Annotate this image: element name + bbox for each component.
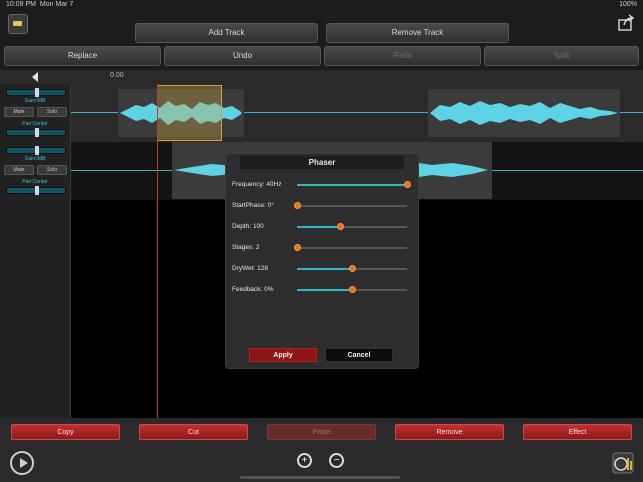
timeline-ruler[interactable]: 0.00 [0,70,643,85]
share-icon[interactable] [617,14,635,32]
track-1-gain-label: Gain:0dB [24,98,46,104]
phaser-param-label: Feedback: 0% [232,286,274,293]
track-1-mute-button[interactable]: Mute [4,107,34,117]
phaser-param-label: Stages: 2 [232,244,260,251]
settings-meter-icon[interactable] [612,452,634,474]
track-controls-column: Gain:0dB Mute Solo Pan:Center Gain:0dB M… [0,84,71,418]
track-2-pan-slider[interactable] [6,186,66,195]
track-1-pan-slider[interactable] [6,128,66,137]
phaser-param-fill [297,226,340,228]
copy-button[interactable]: Copy [11,424,120,440]
slider-knob[interactable] [294,202,301,209]
remove-track-button[interactable]: Remove Track [326,23,509,43]
status-time: 10:09 PM Mon Mar 7 [6,1,74,8]
phaser-param-row: Depth: 100 [232,221,412,233]
phaser-param-slider[interactable] [297,286,407,293]
apply-button[interactable]: Apply [249,348,317,362]
phaser-param-fill [297,289,352,291]
track-2-solo-button[interactable]: Solo [37,165,67,175]
phaser-param-row: DryWet: 128 [232,263,412,275]
track-2-pan-label: Pan:Center [22,179,48,185]
cancel-button[interactable]: Cancel [325,348,393,362]
remove-button[interactable]: Remove [395,424,504,440]
phaser-param-label: StartPhase: 0° [232,202,274,209]
add-track-button[interactable]: Add Track [135,23,318,43]
slider-knob[interactable] [349,265,356,272]
phaser-param-slider[interactable] [297,223,407,230]
track-1-solo-button[interactable]: Solo [37,107,67,117]
phaser-param-slider[interactable] [297,181,411,188]
phaser-param-label: Depth: 100 [232,223,264,230]
app-icon[interactable] [8,14,28,34]
phaser-param-label: Frequency: 40Hz [232,181,282,188]
track-1-clip-2-waveform [428,89,620,137]
phaser-dialog: Phaser Frequency: 40Hz StartPhase: 0° Dept… [225,153,419,369]
selection-region[interactable] [157,85,222,141]
track-2-mute-button[interactable]: Mute [4,165,34,175]
playhead[interactable] [157,84,158,418]
track-2-gain-label: Gain:0dB [24,156,46,162]
track-2-gain-slider[interactable] [6,146,66,155]
undo-button[interactable]: Undo [164,46,321,66]
zoom-out-icon[interactable]: − [329,453,344,468]
paste-button[interactable]: Paste [267,424,376,440]
battery-status: 100% [619,1,637,8]
phaser-param-fill [297,184,407,186]
split-button[interactable]: Split [484,46,639,66]
status-bar: 10:09 PM Mon Mar 7 100% [0,0,643,10]
track-1-gain-slider[interactable] [6,88,66,97]
effect-button[interactable]: Effect [523,424,632,440]
replace-button[interactable]: Replace [4,46,161,66]
redo-button[interactable]: Redo [324,46,481,66]
slider-knob[interactable] [349,286,356,293]
slider-knob[interactable] [336,223,344,230]
slider-knob[interactable] [294,244,301,251]
phaser-param-slider[interactable] [294,202,407,209]
cut-button[interactable]: Cut [139,424,248,440]
track-1-pan-label: Pan:Center [22,121,48,127]
ruler-start-time: 0.00 [110,72,124,79]
slider-knob[interactable] [404,181,411,188]
phaser-param-label: DryWet: 128 [232,265,269,272]
dialog-title: Phaser [240,156,404,169]
phaser-param-slider[interactable] [297,265,407,272]
home-indicator [240,476,400,479]
track-1[interactable] [70,84,643,142]
phaser-param-row: Frequency: 40Hz [232,179,412,191]
phaser-param-fill [297,268,352,270]
collapse-arrow-icon[interactable] [31,72,39,82]
zoom-in-icon[interactable]: + [297,453,312,468]
phaser-param-row: Stages: 2 [232,242,412,254]
phaser-param-row: Feedback: 0% [232,284,412,296]
phaser-param-slider[interactable] [294,244,407,251]
phaser-param-row: StartPhase: 0° [232,200,412,212]
play-icon[interactable] [10,451,34,475]
